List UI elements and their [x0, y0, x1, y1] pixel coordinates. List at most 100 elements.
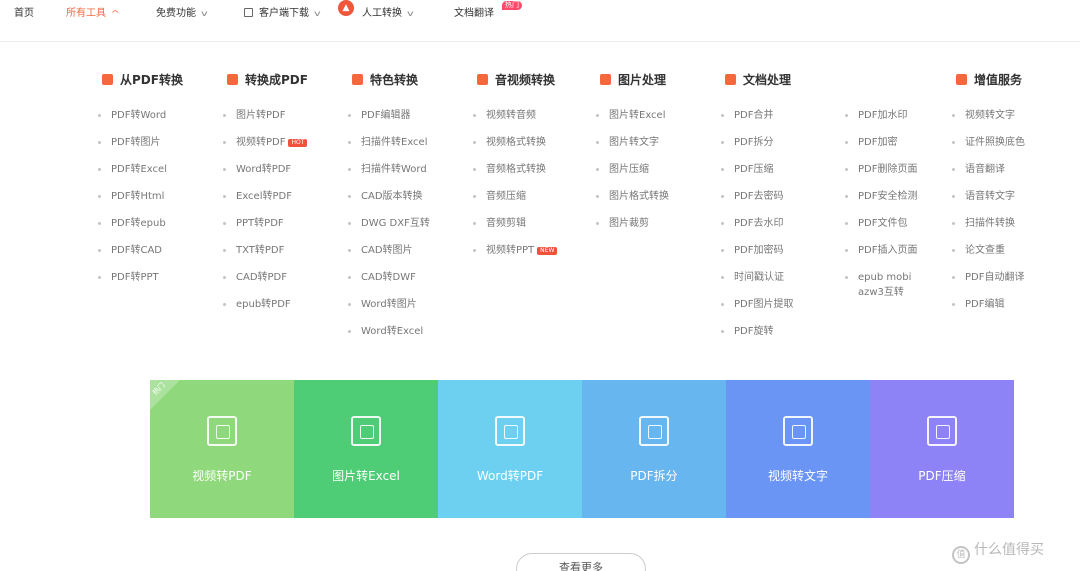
view-more-button[interactable]: 查看更多	[516, 553, 646, 571]
menu-item[interactable]: PDF编辑	[952, 297, 1025, 324]
menu-item[interactable]: epub转PDF	[223, 297, 307, 324]
menu-item[interactable]: Word转Excel	[348, 324, 430, 351]
menu-item[interactable]: PDF安全检测	[845, 189, 928, 216]
tool-tile[interactable]: PDF压缩	[870, 380, 1014, 518]
menu-item[interactable]: PDF拆分	[721, 135, 793, 162]
menu-item[interactable]: PDF合并	[721, 108, 793, 135]
menu-item[interactable]: 音频格式转换	[473, 162, 557, 189]
menu-item[interactable]: PDF转CAD	[98, 243, 167, 270]
menu-item[interactable]: PDF去密码	[721, 189, 793, 216]
menu-item[interactable]: PDF图片提取	[721, 297, 793, 324]
menu-item[interactable]: PDF加密码	[721, 243, 793, 270]
menu-item[interactable]: 音频剪辑	[473, 216, 557, 243]
menu-item[interactable]: 语音转文字	[952, 189, 1025, 216]
menu-item[interactable]: 时间戳认证	[721, 270, 793, 297]
menu-item[interactable]: PDF旋转	[721, 324, 793, 351]
menu-column-title-text: 从PDF转换	[120, 73, 183, 87]
nav-home[interactable]: 首页	[14, 8, 34, 20]
menu-item[interactable]: PDF文件包	[845, 216, 928, 243]
menu-item[interactable]: 视频转文字	[952, 108, 1025, 135]
nav-free-features[interactable]: 免费功能 v	[156, 8, 208, 20]
menu-item[interactable]: PDF转Excel	[98, 162, 167, 189]
menu-item-label: PDF插入页面	[858, 245, 918, 256]
nav-doc-translate[interactable]: 文档翻译	[454, 8, 494, 20]
menu-item[interactable]: Word转图片	[348, 297, 430, 324]
menu-item[interactable]: PDF去水印	[721, 216, 793, 243]
menu-item[interactable]: Excel转PDF	[223, 189, 307, 216]
tool-tile[interactable]: 热门 视频转PDF	[150, 380, 294, 518]
menu-item[interactable]: 图片格式转换	[596, 189, 669, 216]
menu-item[interactable]: CAD版本转换	[348, 189, 430, 216]
menu-item[interactable]: 图片转Excel	[596, 108, 669, 135]
menu-item[interactable]: 视频格式转换	[473, 135, 557, 162]
nav-free-features-label: 免费功能	[156, 8, 196, 19]
category-icon	[227, 74, 238, 85]
menu-item[interactable]: PDF转Html	[98, 189, 167, 216]
translate-hot-badge: 热门	[502, 1, 522, 10]
bullet-dot	[952, 141, 955, 144]
menu-item[interactable]: 证件照换底色	[952, 135, 1025, 162]
menu-item[interactable]: PDF加密	[845, 135, 928, 162]
menu-item[interactable]: PDF转Word	[98, 108, 167, 135]
menu-item[interactable]: PDF转PPT	[98, 270, 167, 297]
bullet-dot	[721, 195, 724, 198]
bullet-dot	[721, 168, 724, 171]
menu-item[interactable]: 论文查重	[952, 243, 1025, 270]
bullet-dot	[348, 303, 351, 306]
pdf-compress-icon	[927, 416, 957, 446]
menu-column-title-text: 增值服务	[974, 73, 1023, 87]
menu-item[interactable]: TXT转PDF	[223, 243, 307, 270]
nav-manual-convert-label: 人工转换	[362, 8, 402, 19]
menu-item[interactable]: PDF自动翻译	[952, 270, 1025, 297]
menu-item[interactable]: Word转PDF	[223, 162, 307, 189]
menu-item[interactable]: 图片压缩	[596, 162, 669, 189]
nav-all-tools[interactable]: 所有工具 ^	[66, 8, 120, 20]
menu-item[interactable]: PDF插入页面	[845, 243, 928, 270]
menu-item[interactable]: 语音翻译	[952, 162, 1025, 189]
nav-client-download[interactable]: 客户端下载 v	[244, 8, 321, 20]
menu-item[interactable]: 扫描件转换	[952, 216, 1025, 243]
menu-item-label: PDF加水印	[858, 110, 908, 121]
menu-item[interactable]: CAD转DWF	[348, 270, 430, 297]
menu-item-label: CAD转DWF	[361, 272, 416, 283]
menu-item-label: PDF转epub	[111, 218, 166, 229]
bullet-dot	[845, 222, 848, 225]
tool-tile[interactable]: 视频转文字	[726, 380, 870, 518]
menu-item[interactable]: PDF加水印	[845, 108, 928, 135]
tool-tile[interactable]: Word转PDF	[438, 380, 582, 518]
menu-list: 视频转文字 证件照换底色 语音翻译 语音转文字 扫描件转换 论文查重 PDF自动翻译 PDF编…	[952, 108, 1025, 324]
menu-item-label: 音频剪辑	[486, 218, 526, 229]
menu-item[interactable]: 视频转音频	[473, 108, 557, 135]
tool-tile[interactable]: 图片转Excel	[294, 380, 438, 518]
menu-item[interactable]: 图片转PDF	[223, 108, 307, 135]
menu-list: PDF合并 PDF拆分 PDF压缩 PDF去密码 PDF去水印 PDF加密码 时间戳认证 PD…	[721, 108, 793, 351]
menu-item[interactable]: PDF压缩	[721, 162, 793, 189]
bullet-dot	[223, 276, 226, 279]
menu-item[interactable]: PDF编辑器	[348, 108, 430, 135]
menu-item[interactable]: PDF转epub	[98, 216, 167, 243]
menu-item[interactable]: 视频转PPT NEW	[473, 243, 558, 270]
menu-item[interactable]: PDF删除页面	[845, 162, 928, 189]
nav-manual-convert[interactable]: 人工转换 v	[362, 8, 414, 20]
menu-item[interactable]: 扫描件转Excel	[348, 135, 430, 162]
chevron-down-icon: v	[314, 9, 321, 18]
menu-column-title: 图片处理	[600, 72, 666, 88]
menu-item[interactable]: 扫描件转Word	[348, 162, 430, 189]
menu-item[interactable]: CAD转PDF	[223, 270, 307, 297]
menu-item[interactable]: CAD转图片	[348, 243, 430, 270]
tool-tile-label: PDF拆分	[630, 469, 678, 483]
menu-item[interactable]: 图片裁剪	[596, 216, 669, 243]
menu-item[interactable]: PDF转图片	[98, 135, 167, 162]
menu-item[interactable]: 图片转文字	[596, 135, 669, 162]
menu-item[interactable]: epub mobi azw3互转	[845, 270, 928, 298]
menu-list: PDF转Word PDF转图片 PDF转Excel PDF转Html PDF转epub P…	[98, 108, 167, 297]
menu-item[interactable]: DWG DXF互转	[348, 216, 430, 243]
bullet-dot	[98, 114, 101, 117]
menu-item[interactable]: 视频转PDF HOT	[223, 135, 308, 162]
menu-item[interactable]: PPT转PDF	[223, 216, 307, 243]
menu-item[interactable]: 音频压缩	[473, 189, 557, 216]
bullet-dot	[952, 114, 955, 117]
bullet-dot	[952, 276, 955, 279]
tool-tile[interactable]: PDF拆分	[582, 380, 726, 518]
bullet-dot	[596, 114, 599, 117]
